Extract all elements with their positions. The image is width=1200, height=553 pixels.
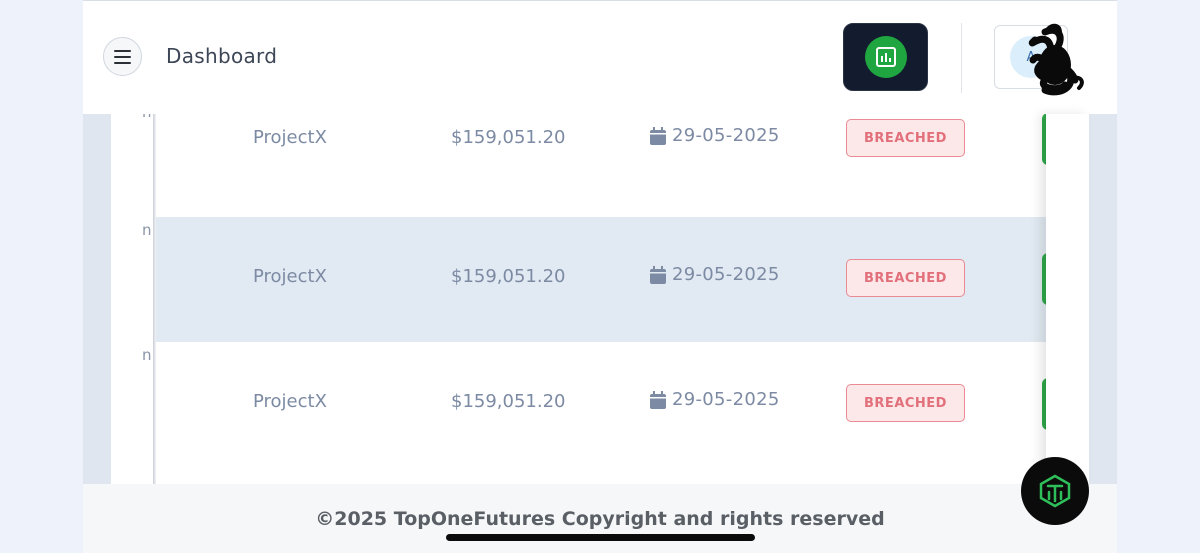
amount-cell: $159,051.20 <box>451 266 566 287</box>
calendar-icon <box>650 390 666 409</box>
top-header: Dashboard A <box>83 1 1117 114</box>
date-cell: 29-05-2025 <box>650 264 780 285</box>
status-badge: BREACHED <box>846 119 965 157</box>
program-cell: ProjectX <box>253 266 327 287</box>
date-text: 29-05-2025 <box>672 264 780 285</box>
hamburger-menu-icon[interactable] <box>103 37 142 76</box>
calendar-icon <box>650 126 666 145</box>
date-cell: 29-05-2025 <box>650 125 780 146</box>
redaction-scribble <box>1028 23 1084 96</box>
accounts-table: n ProjectX $159,051.20 29-05-2025 BREACH… <box>111 114 1089 484</box>
date-text: 29-05-2025 <box>672 125 780 146</box>
table-row[interactable]: n ProjectX $159,051.20 29-05-2025 BREACH… <box>142 217 1054 342</box>
page-title: Dashboard <box>166 44 278 68</box>
table-row[interactable]: n ProjectX $159,051.20 29-05-2025 BREACH… <box>142 342 1054 467</box>
table-row[interactable]: n ProjectX $159,051.20 29-05-2025 BREACH… <box>142 114 1054 224</box>
user-avatar-button[interactable]: A <box>994 23 1084 96</box>
topone-logo-icon[interactable] <box>1021 457 1089 525</box>
calendar-icon <box>650 265 666 284</box>
program-cell: ProjectX <box>253 391 327 412</box>
date-cell: 29-05-2025 <box>650 389 780 410</box>
header-divider <box>961 23 962 93</box>
truncated-cell: n <box>142 346 152 364</box>
truncated-cell: n <box>142 114 152 121</box>
amount-cell: $159,051.20 <box>451 391 566 412</box>
app-frame: Dashboard A n <box>83 0 1117 553</box>
date-text: 29-05-2025 <box>672 389 780 410</box>
home-indicator[interactable] <box>446 534 755 541</box>
bar-chart-icon <box>864 36 907 78</box>
statistics-button[interactable] <box>843 23 928 91</box>
truncated-cell: n <box>142 221 152 239</box>
amount-cell: $159,051.20 <box>451 127 566 148</box>
table-right-overflow <box>1046 114 1089 484</box>
status-badge: BREACHED <box>846 259 965 297</box>
footer: ©2025 TopOneFutures Copyright and rights… <box>83 484 1117 553</box>
program-cell: ProjectX <box>253 127 327 148</box>
copyright-text: ©2025 TopOneFutures Copyright and rights… <box>315 508 885 530</box>
status-badge: BREACHED <box>846 384 965 422</box>
